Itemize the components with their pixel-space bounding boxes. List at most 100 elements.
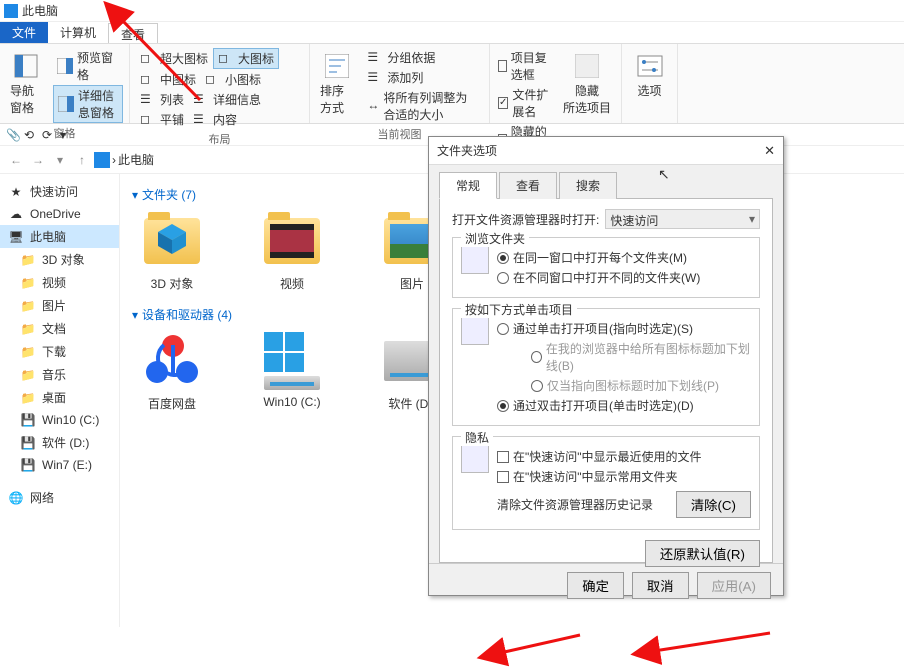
cloud-icon: ☁ (8, 206, 24, 222)
fwd-button[interactable]: → (28, 150, 48, 170)
sidebar-item-label: 软件 (D:) (42, 434, 89, 451)
radio-double-click[interactable]: 通过双击打开项目(单击时选定)(D) (497, 397, 751, 414)
folder-icon: 📁 (20, 252, 36, 268)
cursor-icon: ↖ (658, 166, 670, 183)
sidebar-item[interactable]: 📁图片 (0, 294, 119, 317)
ribbon-group-pane: 导航窗格 预览窗格 详细信息窗格 窗格 (0, 44, 130, 123)
drive-baidu[interactable]: 百度网盘 (132, 331, 212, 412)
folder-3d[interactable]: 3D 对象 (132, 211, 212, 292)
menutab-file[interactable]: 文件 (0, 22, 48, 43)
sort-icon (321, 50, 353, 82)
options-button[interactable]: 选项 (628, 48, 671, 101)
net-icon: 🌐 (8, 490, 24, 506)
details-pane-button[interactable]: 详细信息窗格 (53, 85, 123, 123)
radio-same-window[interactable]: 在同一窗口中打开每个文件夹(M) (497, 249, 751, 266)
menutab-view[interactable]: 查看 (108, 23, 158, 43)
pc-icon (94, 152, 110, 168)
sidebar-item[interactable]: 🖥此电脑 (0, 225, 119, 248)
breadcrumb[interactable]: 此电脑 (118, 151, 154, 168)
sidebar-item[interactable]: ☁ OneDrive (0, 203, 119, 225)
sidebar-item[interactable]: 💾软件 (D:) (0, 431, 119, 454)
apply-button[interactable]: 应用(A) (697, 572, 771, 599)
group-browse: 浏览文件夹 在同一窗口中打开每个文件夹(M) 在不同窗口中打开不同的文件夹(W) (452, 237, 760, 298)
sidebar-item[interactable]: 📁 3D 对象 (0, 248, 119, 271)
addcol-button[interactable]: ☰添加列 (363, 68, 483, 87)
layout-sm[interactable]: ◻小图标 (201, 70, 265, 89)
sidebar-item-label: Win10 (C:) (42, 413, 99, 427)
radio-underline-hover: 仅当指向图标标题时加下划线(P) (531, 377, 751, 394)
ok-button[interactable]: 确定 (567, 572, 624, 599)
layout-list[interactable]: ☰列表 (136, 90, 188, 109)
folder-icon: 📁 (20, 275, 36, 291)
folder-icon: 📁 (20, 321, 36, 337)
sidebar-item-label: 快速访问 (30, 183, 78, 200)
folder-icon: 📁 (20, 344, 36, 360)
check-frequent-folders[interactable]: 在"快速访问"中显示常用文件夹 (497, 468, 751, 485)
layout-content[interactable]: ☰内容 (189, 110, 241, 129)
sidebar-item-label: 网络 (30, 489, 54, 506)
sidebar-item-label: 3D 对象 (42, 251, 85, 268)
layout-lg[interactable]: ◻大图标 (213, 48, 279, 69)
tab-panel-general: 打开文件资源管理器时打开: 快速访问 浏览文件夹 在同一窗口中打开每个文件夹(M… (439, 199, 773, 563)
ribbon-group-label: 布局 (136, 129, 303, 147)
autosize-button[interactable]: ↔将所有列调整为合适的大小 (363, 88, 483, 124)
sidebar-item[interactable]: ★ 快速访问 (0, 180, 119, 203)
sidebar-item[interactable]: 💾Win10 (C:) (0, 409, 119, 431)
undo-icon[interactable]: ⟲ (24, 128, 38, 142)
nav-pane-button[interactable]: 导航窗格 (6, 48, 47, 118)
clear-button[interactable]: 清除(C) (676, 491, 751, 518)
close-button[interactable]: ✕ (764, 143, 775, 159)
sidebar-item[interactable]: 📁下载 (0, 340, 119, 363)
open-select[interactable]: 快速访问 (605, 209, 760, 229)
folder-video[interactable]: 视频 (252, 211, 332, 292)
clear-label: 清除文件资源管理器历史记录 (497, 496, 653, 513)
sidebar-item[interactable]: 📁音乐 (0, 363, 119, 386)
arrow-annotation (640, 627, 780, 670)
sort-button[interactable]: 排序方式 (316, 48, 357, 118)
restore-defaults-button[interactable]: 还原默认值(R) (645, 540, 760, 567)
arrow-annotation (490, 627, 590, 670)
pin-icon[interactable]: 📎 (6, 128, 20, 142)
redo-icon[interactable]: ⟳ (42, 128, 56, 142)
drive-c[interactable]: Win10 (C:) (252, 331, 332, 412)
hide-icon (571, 50, 603, 82)
sidebar[interactable]: ★快速访问☁OneDrive🖥此电脑📁3D 对象📁视频📁图片📁文档📁下载📁音乐📁… (0, 174, 120, 627)
cancel-button[interactable]: 取消 (632, 572, 689, 599)
layout-details[interactable]: ☰详细信息 (189, 90, 265, 109)
tab-general[interactable]: 常规 (439, 172, 497, 199)
sidebar-item[interactable]: 💾Win7 (E:) (0, 454, 119, 476)
sidebar-item[interactable]: 📁视频 (0, 271, 119, 294)
history-dropdown[interactable]: ▾ (50, 150, 70, 170)
pc-icon: 🖥 (8, 229, 24, 245)
ribbon-group-layout: ◻超大图标 ◻大图标 ◻中图标 ◻小图标 ☰列表 ☰详细信息 ◻平铺 ☰内容 布… (130, 44, 310, 123)
sidebar-item[interactable]: 📁 桌面 (0, 386, 119, 409)
sidebar-item[interactable]: 📁文档 (0, 317, 119, 340)
sidebar-item[interactable]: 🌐 网络 (0, 486, 119, 509)
hide-selected-button[interactable]: 隐藏 所选项目 (559, 48, 615, 118)
chevron-down-icon[interactable]: ▾ (60, 128, 66, 142)
ribbon-group-options: 选项 (622, 44, 678, 123)
back-button[interactable]: ← (6, 150, 26, 170)
layout-md[interactable]: ◻中图标 (136, 70, 200, 89)
sidebar-item-label: 桌面 (42, 389, 66, 406)
radio-diff-window[interactable]: 在不同窗口中打开不同的文件夹(W) (497, 269, 751, 286)
groupby-button[interactable]: ☰分组依据 (363, 48, 483, 67)
checkbox-file-ext[interactable]: 文件扩展名 (496, 85, 553, 121)
folder-options-dialog: 文件夹选项 ✕ 常规 查看 搜索 打开文件资源管理器时打开: 快速访问 浏览文件… (428, 136, 784, 596)
folder-icon: 📁 (20, 390, 36, 406)
folder-icon: 📁 (20, 298, 36, 314)
tab-search[interactable]: 搜索 (559, 172, 617, 199)
layout-tile[interactable]: ◻平铺 (136, 110, 188, 129)
radio-single-click[interactable]: 通过单击打开项目(指向时选定)(S) (497, 320, 751, 337)
tab-view[interactable]: 查看 (499, 172, 557, 199)
check-recent-files[interactable]: 在"快速访问"中显示最近使用的文件 (497, 448, 751, 465)
star-icon: ★ (8, 184, 24, 200)
checkbox-item-checkboxes[interactable]: 项目复选框 (496, 48, 553, 84)
browse-icon (461, 246, 489, 274)
ribbon-group-view: 排序方式 ☰分组依据 ☰添加列 ↔将所有列调整为合适的大小 当前视图 (310, 44, 490, 123)
sidebar-item-label: OneDrive (30, 207, 81, 221)
menutab-computer[interactable]: 计算机 (48, 22, 108, 43)
layout-xl[interactable]: ◻超大图标 (136, 48, 212, 69)
preview-pane-button[interactable]: 预览窗格 (53, 48, 123, 84)
up-button[interactable]: ↑ (72, 150, 92, 170)
